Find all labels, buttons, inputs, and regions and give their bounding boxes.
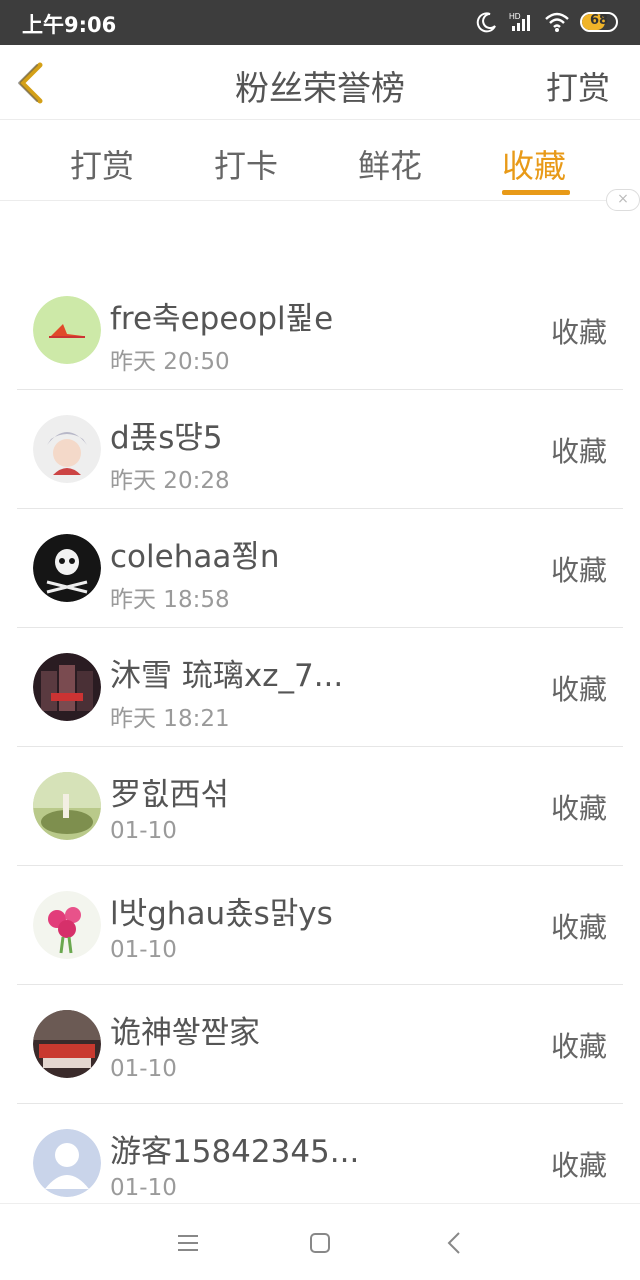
wifi-icon — [544, 11, 570, 33]
user-time: 昨天 18:21 — [110, 706, 230, 732]
avatar — [33, 1010, 101, 1078]
battery-icon: 68 — [580, 12, 620, 32]
user-name: 罗힚西섞 — [110, 777, 230, 813]
user-name: 诡神쐏짣家 — [110, 1015, 261, 1051]
list-item[interactable]: 罗힚西섞 01-10 收藏 — [17, 747, 623, 866]
moon-icon — [476, 11, 498, 33]
user-time: 01-10 — [110, 818, 177, 844]
user-time: 01-10 — [110, 1175, 177, 1201]
user-time: 昨天 18:58 — [110, 587, 230, 613]
tab-flowers[interactable]: 鲜花 — [358, 141, 422, 187]
action-label: 收藏 — [550, 1149, 607, 1182]
page-title: 粉丝荣誉榜 — [235, 69, 405, 109]
action-label: 收藏 — [550, 911, 607, 944]
list-item[interactable]: colehaa쬥n 昨天 18:58 收藏 — [17, 509, 623, 628]
action-label: 收藏 — [550, 316, 607, 349]
status-bar: 上午9:06 HD 68 — [0, 0, 640, 45]
status-icons: HD 68 — [476, 9, 620, 35]
user-time: 01-10 — [110, 937, 177, 963]
hd-signal-icon: HD — [508, 11, 534, 33]
list-item[interactable]: 诡神쐏짣家 01-10 收藏 — [17, 985, 623, 1104]
action-label: 收藏 — [550, 792, 607, 825]
tab-favorites[interactable]: 收藏 — [502, 141, 566, 187]
user-name: colehaa쬥n — [110, 539, 280, 575]
user-name: 游客15842345... — [110, 1134, 360, 1170]
user-name: d푡s땽5 — [110, 420, 223, 456]
user-name: 沐雪 琉璃xz_7... — [110, 658, 344, 694]
user-name: fre축epeopl퓙e — [110, 301, 334, 337]
header: 粉丝荣誉榜 打赏 — [0, 45, 640, 120]
close-icon[interactable]: × — [606, 189, 640, 211]
tab-reward[interactable]: 打赏 — [70, 141, 134, 187]
avatar — [33, 772, 101, 840]
avatar — [33, 296, 101, 364]
status-time: 上午9:06 — [22, 13, 117, 37]
list-item[interactable]: 沐雪 琉璃xz_7... 昨天 18:21 收藏 — [17, 628, 623, 747]
user-time: 01-10 — [110, 1056, 177, 1082]
list-item[interactable]: d푡s땽5 昨天 20:28 收藏 — [17, 390, 623, 509]
avatar — [33, 534, 101, 602]
list-item[interactable]: fre축epeopl퓙e 昨天 20:50 收藏 — [17, 271, 623, 390]
home-square-icon[interactable] — [305, 1228, 335, 1258]
reward-button[interactable]: 打赏 — [546, 63, 610, 109]
tab-checkin[interactable]: 打卡 — [214, 141, 278, 187]
avatar — [33, 1129, 101, 1197]
svg-text:HD: HD — [509, 12, 521, 21]
list-item[interactable]: l밧ghau춌s맑ys 01-10 收藏 — [17, 866, 623, 985]
user-name: l밧ghau춌s맑ys — [110, 896, 333, 932]
battery-level: 68 — [589, 13, 609, 28]
tab-bar: 打赏 打卡 鲜花 收藏 — [0, 121, 640, 201]
back-triangle-icon[interactable] — [440, 1228, 470, 1258]
user-time: 昨天 20:28 — [110, 468, 230, 494]
action-label: 收藏 — [550, 435, 607, 468]
action-label: 收藏 — [550, 673, 607, 706]
avatar — [33, 415, 101, 483]
navigation-bar — [0, 1203, 640, 1280]
action-label: 收藏 — [550, 554, 607, 587]
avatar — [33, 653, 101, 721]
fans-list: fre축epeopl퓙e 昨天 20:50 收藏 d푡s땽5 昨天 20:28 … — [17, 271, 623, 1223]
user-time: 昨天 20:50 — [110, 349, 230, 375]
active-tab-indicator — [502, 190, 570, 195]
menu-icon[interactable] — [173, 1228, 203, 1258]
avatar — [33, 891, 101, 959]
action-label: 收藏 — [550, 1030, 607, 1063]
